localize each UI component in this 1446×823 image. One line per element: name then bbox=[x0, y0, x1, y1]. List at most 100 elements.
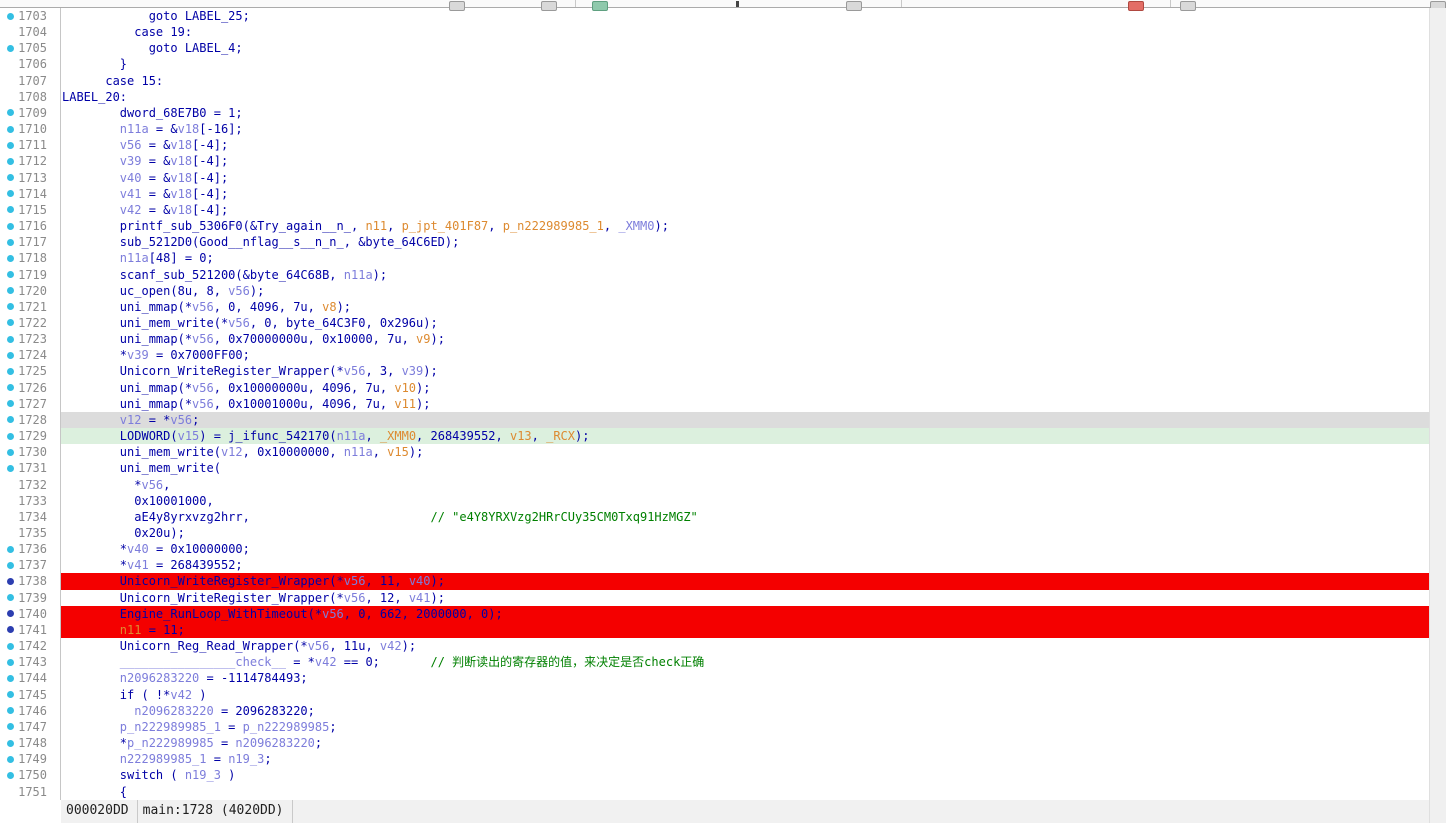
code-line[interactable]: 1741 n11 = 11; bbox=[0, 622, 1446, 638]
code-line-dot[interactable] bbox=[7, 756, 14, 763]
breakpoint-dot[interactable] bbox=[7, 578, 14, 585]
code-line[interactable]: 1742 Unicorn_Reg_Read_Wrapper(*v56, 11u,… bbox=[0, 638, 1446, 654]
code-line[interactable]: 1749 n222989985_1 = n19_3; bbox=[0, 751, 1446, 767]
code-line[interactable]: 1713 v40 = &v18[-4]; bbox=[0, 170, 1446, 186]
code-line[interactable]: 1737 *v41 = 268439552; bbox=[0, 557, 1446, 573]
code-text: scanf_sub_521200(&byte_64C68B, n11a); bbox=[61, 267, 1446, 283]
gutter-cell: 1728 bbox=[0, 412, 61, 428]
code-line[interactable]: 1707 case 15: bbox=[0, 73, 1446, 89]
vertical-scrollbar[interactable] bbox=[1429, 8, 1446, 823]
code-line[interactable]: 1705 goto LABEL_4; bbox=[0, 40, 1446, 56]
code-line[interactable]: 1723 uni_mmap(*v56, 0x70000000u, 0x10000… bbox=[0, 331, 1446, 347]
code-line-dot[interactable] bbox=[7, 239, 14, 246]
code-line-dot[interactable] bbox=[7, 546, 14, 553]
gutter-cell: 1712 bbox=[0, 153, 61, 169]
code-line[interactable]: 1740 Engine_RunLoop_WithTimeout(*v56, 0,… bbox=[0, 606, 1446, 622]
code-line[interactable]: 1739 Unicorn_WriteRegister_Wrapper(*v56,… bbox=[0, 590, 1446, 606]
code-line[interactable]: 1748 *p_n222989985 = n2096283220; bbox=[0, 735, 1446, 751]
code-line-dot[interactable] bbox=[7, 643, 14, 650]
code-line-dot[interactable] bbox=[7, 562, 14, 569]
run-button[interactable] bbox=[592, 1, 608, 11]
stop-button[interactable] bbox=[1128, 1, 1144, 11]
code-line[interactable]: 1732 *v56, bbox=[0, 477, 1446, 493]
code-line[interactable]: 1711 v56 = &v18[-4]; bbox=[0, 137, 1446, 153]
code-line-dot[interactable] bbox=[7, 433, 14, 440]
code-line-dot[interactable] bbox=[7, 772, 14, 779]
code-line[interactable]: 1718 n11a[48] = 0; bbox=[0, 250, 1446, 266]
code-line-dot[interactable] bbox=[7, 271, 14, 278]
line-number: 1751 bbox=[0, 784, 60, 800]
code-line[interactable]: 1731 uni_mem_write( bbox=[0, 460, 1446, 476]
code-line[interactable]: 1704 case 19: bbox=[0, 24, 1446, 40]
code-line[interactable]: 1725 Unicorn_WriteRegister_Wrapper(*v56,… bbox=[0, 363, 1446, 379]
code-line[interactable]: 1720 uc_open(8u, 8, v56); bbox=[0, 283, 1446, 299]
code-line[interactable]: 1714 v41 = &v18[-4]; bbox=[0, 186, 1446, 202]
code-line-dot[interactable] bbox=[7, 336, 14, 343]
code-text: *v39 = 0x7000FF00; bbox=[61, 347, 1446, 363]
code-line[interactable]: 1722 uni_mem_write(*v56, 0, byte_64C3F0,… bbox=[0, 315, 1446, 331]
toolbar-divider bbox=[1170, 0, 1171, 7]
gutter-cell: 1749 bbox=[0, 751, 61, 767]
gutter-cell: 1715 bbox=[0, 202, 61, 218]
code-line[interactable]: 1726 uni_mmap(*v56, 0x10000000u, 4096, 7… bbox=[0, 380, 1446, 396]
code-line-dot[interactable] bbox=[7, 45, 14, 52]
toolbar-button[interactable] bbox=[1180, 1, 1196, 11]
code-line[interactable]: 1715 v42 = &v18[-4]; bbox=[0, 202, 1446, 218]
code-line[interactable]: 1716 printf_sub_5306F0(&Try_again__n_, n… bbox=[0, 218, 1446, 234]
toolbar-button[interactable] bbox=[846, 1, 862, 11]
code-line[interactable]: 1735 0x20u); bbox=[0, 525, 1446, 541]
code-line[interactable]: 1729 LODWORD(v15) = j_ifunc_542170(n11a,… bbox=[0, 428, 1446, 444]
code-pane[interactable]: 1703 goto LABEL_25;1704 case 19:1705 got… bbox=[0, 8, 1446, 800]
gutter-cell: 1724 bbox=[0, 347, 61, 363]
code-line[interactable]: 1743 ________________check__ = *v42 == 0… bbox=[0, 654, 1446, 670]
code-line[interactable]: 1710 n11a = &v18[-16]; bbox=[0, 121, 1446, 137]
gutter-cell: 1727 bbox=[0, 396, 61, 412]
gutter-cell: 1747 bbox=[0, 719, 61, 735]
code-line[interactable]: 1747 p_n222989985_1 = p_n222989985; bbox=[0, 719, 1446, 735]
code-line[interactable]: 1717 sub_5212D0(Good__nflag__s__n_n_, &b… bbox=[0, 234, 1446, 250]
code-line[interactable]: 1712 v39 = &v18[-4]; bbox=[0, 153, 1446, 169]
code-line[interactable]: 1721 uni_mmap(*v56, 0, 4096, 7u, v8); bbox=[0, 299, 1446, 315]
code-line-dot[interactable] bbox=[7, 174, 14, 181]
code-line[interactable]: 1744 n2096283220 = -1114784493; bbox=[0, 670, 1446, 686]
code-line-dot[interactable] bbox=[7, 142, 14, 149]
code-line[interactable]: 1733 0x10001000, bbox=[0, 493, 1446, 509]
code-line-dot[interactable] bbox=[7, 691, 14, 698]
code-line[interactable]: 1706 } bbox=[0, 56, 1446, 72]
code-line[interactable]: 1750 switch ( n19_3 ) bbox=[0, 767, 1446, 783]
code-line-dot[interactable] bbox=[7, 223, 14, 230]
code-text: n222989985_1 = n19_3; bbox=[61, 751, 1446, 767]
code-line-dot[interactable] bbox=[7, 126, 14, 133]
code-line-dot[interactable] bbox=[7, 449, 14, 456]
code-line[interactable]: 1734 aE4y8yrxvzg2hrr, // "e4Y8YRXVzg2HRr… bbox=[0, 509, 1446, 525]
code-text: n11a[48] = 0; bbox=[61, 250, 1446, 266]
code-line[interactable]: 1746 n2096283220 = 2096283220; bbox=[0, 703, 1446, 719]
code-line[interactable]: 1736 *v40 = 0x10000000; bbox=[0, 541, 1446, 557]
code-line-dot[interactable] bbox=[7, 740, 14, 747]
code-line-dot[interactable] bbox=[7, 368, 14, 375]
code-line[interactable]: 1738 Unicorn_WriteRegister_Wrapper(*v56,… bbox=[0, 573, 1446, 589]
code-line[interactable]: 1719 scanf_sub_521200(&byte_64C68B, n11a… bbox=[0, 267, 1446, 283]
code-line-dot[interactable] bbox=[7, 465, 14, 472]
toolbar-button[interactable] bbox=[449, 1, 465, 11]
code-line[interactable]: 1730 uni_mem_write(v12, 0x10000000, n11a… bbox=[0, 444, 1446, 460]
gutter-cell: 1737 bbox=[0, 557, 61, 573]
code-line-dot[interactable] bbox=[7, 352, 14, 359]
code-line[interactable]: 1703 goto LABEL_25; bbox=[0, 8, 1446, 24]
code-text: n11a = &v18[-16]; bbox=[61, 121, 1446, 137]
code-line-dot[interactable] bbox=[7, 255, 14, 262]
code-line[interactable]: 1708LABEL_20: bbox=[0, 89, 1446, 105]
status-bar: 000020DD main:1728 (4020DD) bbox=[61, 800, 1429, 823]
code-line[interactable]: 1728 v12 = *v56; bbox=[0, 412, 1446, 428]
toolbar-button[interactable] bbox=[541, 1, 557, 11]
code-line[interactable]: 1751 { bbox=[0, 784, 1446, 800]
code-line-dot[interactable] bbox=[7, 13, 14, 20]
code-line-dot[interactable] bbox=[7, 158, 14, 165]
code-line[interactable]: 1745 if ( !*v42 ) bbox=[0, 687, 1446, 703]
code-line-dot[interactable] bbox=[7, 659, 14, 666]
code-text: case 19: bbox=[61, 24, 1446, 40]
code-line-dot[interactable] bbox=[7, 675, 14, 682]
code-line[interactable]: 1727 uni_mmap(*v56, 0x10001000u, 4096, 7… bbox=[0, 396, 1446, 412]
code-line[interactable]: 1709 dword_68E7B0 = 1; bbox=[0, 105, 1446, 121]
code-line[interactable]: 1724 *v39 = 0x7000FF00; bbox=[0, 347, 1446, 363]
